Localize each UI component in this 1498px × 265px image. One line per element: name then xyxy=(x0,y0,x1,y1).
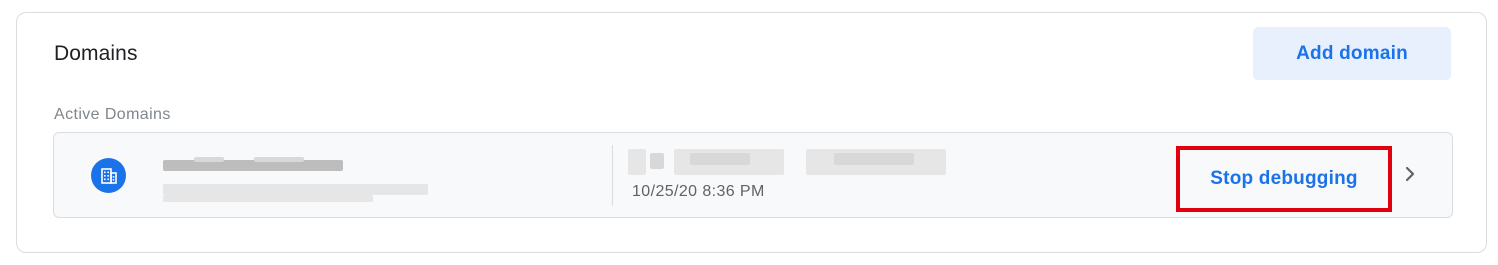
row-divider xyxy=(612,145,613,206)
domains-card: Domains Add domain Active Domains 10/25/… xyxy=(16,12,1487,253)
active-domains-label: Active Domains xyxy=(54,106,171,123)
domain-building-icon xyxy=(91,158,126,193)
domain-timestamp: 10/25/20 8:36 PM xyxy=(632,183,765,200)
stop-debugging-button[interactable]: Stop debugging xyxy=(1176,146,1392,212)
card-title: Domains xyxy=(54,42,138,65)
domain-row[interactable]: 10/25/20 8:36 PM Stop debugging xyxy=(53,132,1453,218)
chevron-right-icon[interactable] xyxy=(1400,164,1420,184)
add-domain-button[interactable]: Add domain xyxy=(1253,27,1451,80)
